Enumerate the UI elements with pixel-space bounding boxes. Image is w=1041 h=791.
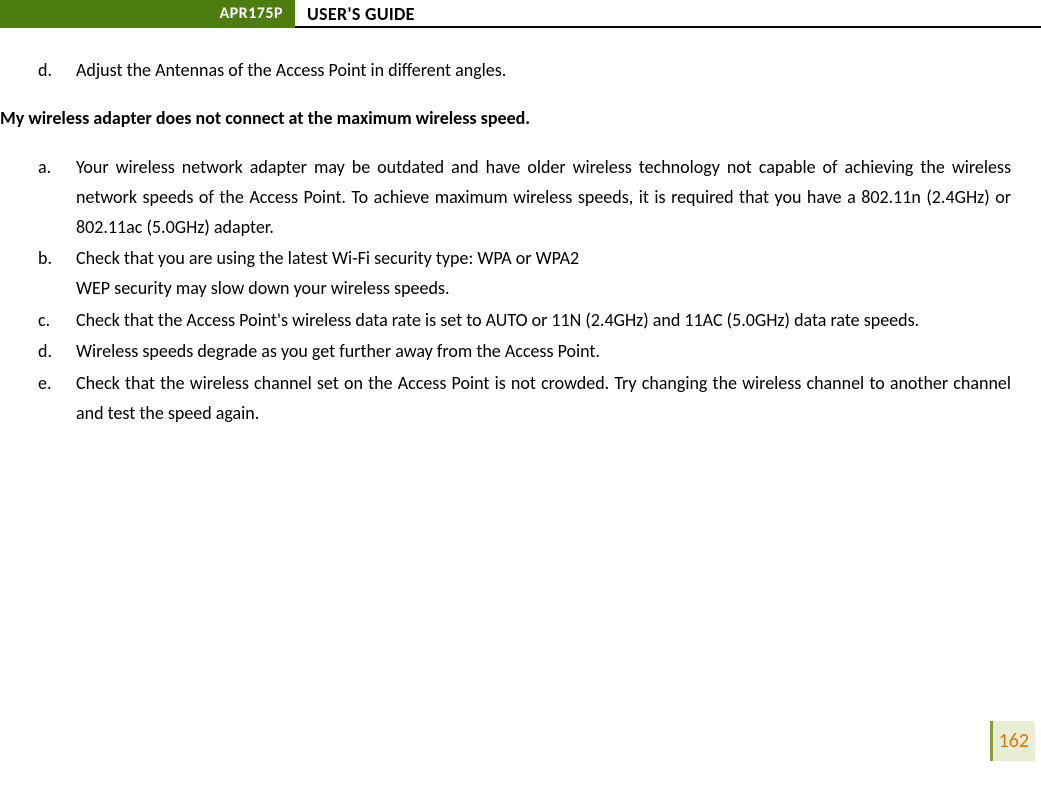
list-item: d. Wireless speeds degrade as you get fu… — [38, 337, 1011, 367]
list-text-line: WEP security may slow down your wireless… — [76, 277, 449, 299]
list-text: Check that the wireless channel set on t… — [76, 369, 1011, 428]
list-item: a. Your wireless network adapter may be … — [38, 153, 1011, 242]
list-item-top: d. Adjust the Antennas of the Access Poi… — [38, 58, 1011, 83]
list-marker: e. — [38, 369, 76, 428]
list-main: a. Your wireless network adapter may be … — [38, 153, 1011, 428]
list-item: c. Check that the Access Point's wireles… — [38, 306, 1011, 336]
list-marker: b. — [38, 244, 76, 303]
header-title: USER'S GUIDE — [295, 0, 1041, 28]
list-marker: c. — [38, 306, 76, 336]
list-item: b. Check that you are using the latest W… — [38, 244, 1011, 303]
page-number: 162 — [990, 721, 1035, 761]
list-text: Check that you are using the latest Wi-F… — [76, 244, 1011, 303]
page-header: APR175P USER'S GUIDE — [0, 0, 1041, 28]
list-text: Wireless speeds degrade as you get furth… — [76, 337, 1011, 367]
list-marker: d. — [38, 337, 76, 367]
section-heading: My wireless adapter does not connect at … — [0, 107, 1011, 129]
page-content: d. Adjust the Antennas of the Access Poi… — [0, 28, 1041, 428]
list-text-line: Check that you are using the latest Wi-F… — [76, 247, 579, 269]
list-item: e. Check that the wireless channel set o… — [38, 369, 1011, 428]
list-marker: a. — [38, 153, 76, 242]
list-marker: d. — [38, 58, 76, 83]
header-model: APR175P — [0, 0, 295, 28]
list-text: Your wireless network adapter may be out… — [76, 153, 1011, 242]
list-text: Adjust the Antennas of the Access Point … — [76, 58, 506, 83]
list-text: Check that the Access Point's wireless d… — [76, 306, 1011, 336]
